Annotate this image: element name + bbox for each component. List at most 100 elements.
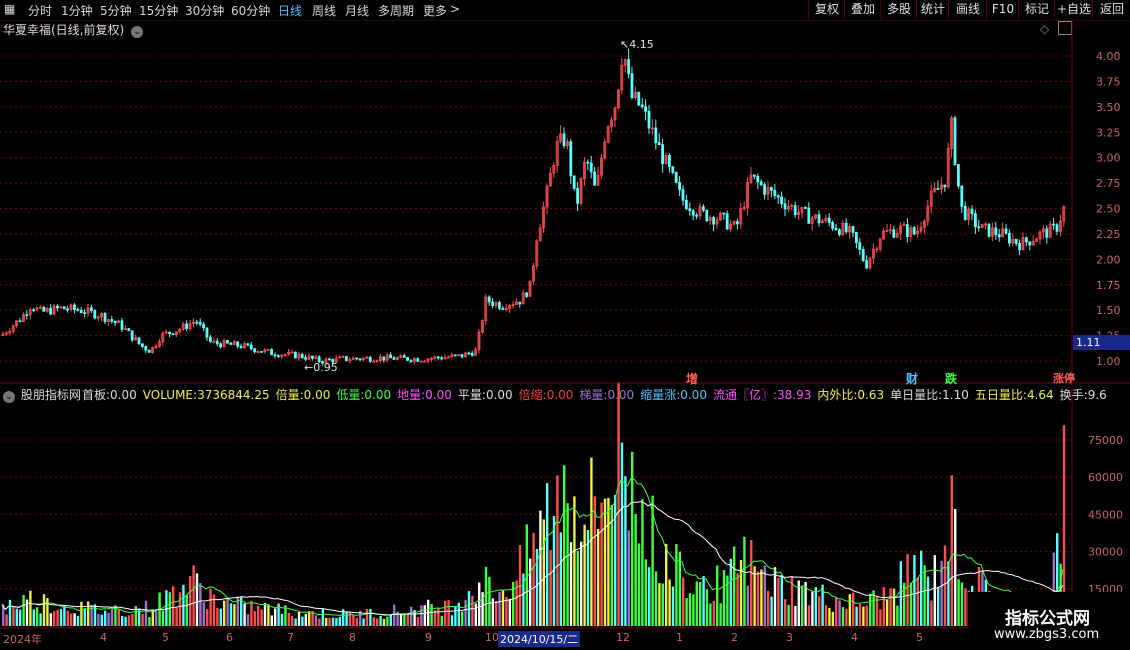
price-tick: 2.50 xyxy=(1096,203,1121,216)
candle-body xyxy=(589,162,593,173)
indicator-item: 五日量比:4.64 xyxy=(975,388,1054,402)
volume-bar xyxy=(852,592,855,626)
volume-bar xyxy=(600,502,603,626)
volume-bar xyxy=(889,588,892,626)
candle-body xyxy=(293,351,297,359)
volume-bar xyxy=(107,612,110,626)
candle-body xyxy=(773,190,777,197)
volume-bar xyxy=(671,586,675,626)
indicator-item: 倍缩:0.00 xyxy=(519,388,574,402)
volume-bar xyxy=(590,457,593,626)
indicator-item: 流通〖亿〗:38.93 xyxy=(713,388,811,402)
indicator-label: 换手: xyxy=(1059,388,1088,402)
volume-bar xyxy=(937,587,940,626)
marker-zeng: 增 xyxy=(686,372,699,386)
volume-bar xyxy=(471,595,474,626)
volume-bar xyxy=(661,583,664,626)
volume-bar xyxy=(478,582,481,626)
candle-body xyxy=(722,212,726,215)
volume-bar xyxy=(165,590,168,626)
volume-bar xyxy=(760,569,763,626)
volume-bar xyxy=(76,615,80,626)
candle-body xyxy=(273,354,277,357)
volume-bar xyxy=(36,607,39,626)
volume-bar xyxy=(858,603,862,626)
volume-bar xyxy=(539,510,542,626)
volume-bar xyxy=(597,529,600,626)
volume-bar xyxy=(943,545,947,626)
volume-bar xyxy=(32,609,35,626)
volume-bar xyxy=(110,608,114,626)
candle-body xyxy=(627,59,630,75)
candle-body xyxy=(355,357,359,360)
volume-bar xyxy=(767,590,770,626)
candle-body xyxy=(691,210,695,216)
candle-body xyxy=(855,231,858,244)
candle-body xyxy=(215,340,219,345)
volume-bar xyxy=(127,615,131,626)
indicator-value: 0.63 xyxy=(857,388,885,402)
candle-body xyxy=(32,309,35,312)
candle-body xyxy=(270,349,274,356)
candle-body xyxy=(844,222,848,233)
candle-body xyxy=(402,355,406,358)
candle-body xyxy=(1025,237,1028,243)
candle-body xyxy=(783,203,787,210)
volume-bar xyxy=(291,616,294,626)
chevron-down-icon[interactable]: ⌄ xyxy=(3,391,15,403)
marker-zhangting: 涨停 xyxy=(1053,372,1075,385)
candle-body xyxy=(259,351,263,353)
volume-bar xyxy=(178,592,182,626)
candle-body xyxy=(630,73,634,99)
volume-bar xyxy=(729,558,732,626)
indicator-values: 首板:0.00 VOLUME:3736844.25 倍量:0.00 低量:0.00 地量… xyxy=(82,386,1113,403)
volume-bar xyxy=(862,606,865,626)
volume-bar xyxy=(345,611,348,626)
indicator-label: 内外比: xyxy=(817,388,858,402)
volume-bar xyxy=(131,613,134,626)
date-label: 6 xyxy=(226,631,233,644)
volume-bar xyxy=(223,600,226,626)
volume-bar xyxy=(355,617,358,626)
volume-bar xyxy=(879,609,882,626)
indicator-label: 单日量比: xyxy=(890,388,943,402)
indicator-name[interactable]: 股朋指标网 xyxy=(21,388,81,402)
volume-bar xyxy=(294,618,297,626)
candle-body xyxy=(593,171,596,186)
volume-bar xyxy=(403,613,406,626)
candle-body xyxy=(736,221,739,225)
volume-bar xyxy=(444,600,447,626)
volume-bar xyxy=(59,609,63,626)
candle-body xyxy=(963,205,967,220)
candle-body xyxy=(831,222,834,229)
volume-bar xyxy=(933,555,936,626)
volume-bar xyxy=(437,608,440,626)
volume-tick: 45000 xyxy=(1088,508,1123,521)
volume-bar xyxy=(964,588,967,626)
volume-bar xyxy=(117,609,120,626)
volume-bar xyxy=(501,590,505,626)
volume-bar xyxy=(770,596,773,626)
volume-bar xyxy=(389,614,392,626)
indicator-label: 缩量涨: xyxy=(640,388,681,402)
candle-body xyxy=(705,209,709,222)
candle-body xyxy=(1028,241,1032,246)
volume-bar xyxy=(49,613,52,626)
volume-bar xyxy=(267,604,270,626)
volume-bar xyxy=(644,559,647,626)
volume-bar xyxy=(195,573,199,626)
candle-body xyxy=(382,356,386,361)
candle-body xyxy=(572,175,576,189)
candle-body xyxy=(460,354,464,358)
price-tick: 1.75 xyxy=(1096,279,1121,292)
volume-bar xyxy=(243,603,246,626)
indicator-item: 平量:0.00 xyxy=(458,388,513,402)
indicator-label: 梯量: xyxy=(579,388,608,402)
candle-body xyxy=(974,213,977,228)
candle-body xyxy=(957,164,960,187)
volume-bar xyxy=(63,605,66,626)
candle-body xyxy=(225,340,229,344)
indicator-label: 首板: xyxy=(82,388,111,402)
indicator-label: 平量: xyxy=(457,388,486,402)
volume-bar xyxy=(648,567,651,626)
